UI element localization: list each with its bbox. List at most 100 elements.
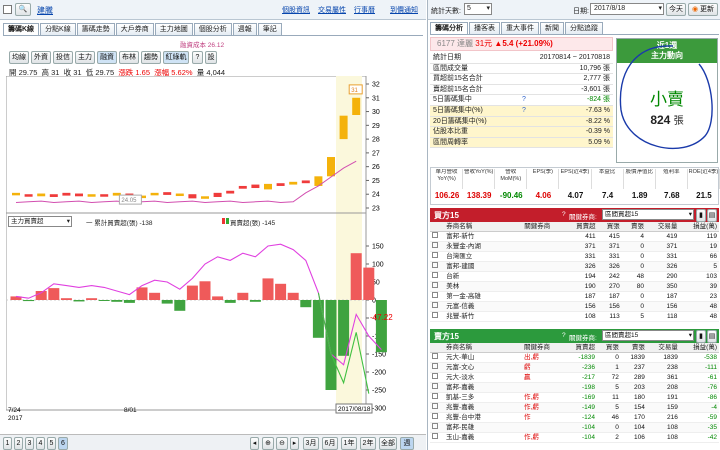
row-checkbox[interactable]: [430, 353, 444, 363]
candle[interactable]: [163, 192, 172, 195]
table-row[interactable]: 富邦-新竹 411 415 4 419 119: [430, 231, 719, 242]
table-row[interactable]: 永豐金-內湖 371 371 0 371 19: [430, 241, 719, 252]
checkbox[interactable]: [432, 353, 438, 359]
broker-name[interactable]: 富邦-新竹: [444, 232, 522, 242]
row-checkbox[interactable]: [430, 302, 444, 312]
broker-name[interactable]: 兆豐-台中港: [444, 413, 522, 423]
row-checkbox[interactable]: [430, 242, 444, 252]
flow-bar[interactable]: [98, 300, 110, 301]
broker-name[interactable]: 第一金-高雄: [444, 292, 522, 302]
link-info[interactable]: 個股資訊: [282, 5, 310, 15]
column-header[interactable]: 買張: [597, 343, 621, 353]
column-header[interactable]: [430, 222, 444, 232]
candle[interactable]: [264, 183, 272, 190]
broker-name[interactable]: 台灣匯立: [444, 252, 522, 262]
checkbox[interactable]: [432, 423, 438, 429]
candle[interactable]: [12, 192, 20, 196]
page-4[interactable]: 4: [36, 437, 45, 450]
flow-bar[interactable]: [363, 267, 375, 300]
broker-name[interactable]: 美林: [444, 282, 522, 292]
checkbox[interactable]: [432, 413, 438, 419]
scroll-left-icon[interactable]: ◂: [250, 437, 259, 450]
page-5[interactable]: 5: [47, 437, 56, 450]
buy-chart-icon[interactable]: ▮: [696, 209, 706, 222]
broker-name[interactable]: 兆豐-嘉義: [444, 403, 522, 413]
indicator-select[interactable]: 主力買賣超 ▾: [8, 216, 72, 227]
table-row[interactable]: 元富-文心虧 -236 1 237 238 -111: [430, 362, 719, 373]
trust-button[interactable]: 投信: [53, 51, 73, 64]
table-row[interactable]: 富邦-民雄 -104 0 104 108 -35: [430, 422, 719, 433]
candle[interactable]: [276, 183, 285, 186]
flow-bar[interactable]: [375, 300, 387, 353]
column-header[interactable]: 賣張: [621, 343, 647, 353]
margin-button[interactable]: 融資: [97, 51, 117, 64]
flow-bar[interactable]: [237, 292, 249, 300]
flow-bar[interactable]: [262, 278, 274, 300]
checkbox[interactable]: [432, 433, 438, 439]
broker-name[interactable]: 台新: [444, 272, 522, 282]
flow-bar[interactable]: [312, 300, 324, 338]
date-picker[interactable]: 2017/8/18 ▾: [590, 3, 664, 15]
help-icon[interactable]: ?: [522, 106, 526, 117]
buy-filter-select[interactable]: 區間買超15 ▾: [602, 209, 694, 220]
candle[interactable]: [75, 193, 83, 197]
candle[interactable]: [49, 194, 58, 197]
today-button[interactable]: 今天: [666, 3, 686, 16]
row-checkbox[interactable]: [430, 393, 444, 403]
scroll-right-icon[interactable]: ▸: [290, 437, 299, 450]
table-row[interactable]: 兆豐-台中港作 -124 46 170 216 -59: [430, 412, 719, 423]
tab-analysis[interactable]: 個股分析: [193, 23, 232, 35]
candle[interactable]: [238, 185, 247, 189]
row-checkbox[interactable]: [430, 433, 444, 443]
column-header[interactable]: 券商名稱: [444, 343, 522, 353]
table-row[interactable]: 第一金-高雄 187 187 0 187 23: [430, 291, 719, 302]
flow-bar[interactable]: [275, 283, 287, 300]
column-header[interactable]: 買張: [598, 222, 622, 232]
broker-name[interactable]: 凱基-三多: [444, 393, 522, 403]
main-button[interactable]: 主力: [75, 51, 95, 64]
checkbox[interactable]: [432, 262, 438, 268]
trend-button[interactable]: 趨勢: [141, 51, 161, 64]
table-row[interactable]: 兆豐-嘉義 作,虧 -149 5 154 159 -4: [430, 402, 719, 413]
tab-news[interactable]: 新聞: [540, 22, 564, 34]
table-row[interactable]: 台新 194 242 48 290 103: [430, 271, 719, 282]
table-row[interactable]: 美林 190 270 80 350 39: [430, 281, 719, 292]
candle[interactable]: [100, 194, 109, 197]
broker-name[interactable]: 富邦-建國: [444, 262, 522, 272]
checkbox[interactable]: [432, 292, 438, 298]
buy-export-icon[interactable]: ▤: [707, 209, 717, 222]
column-header[interactable]: 買賣超: [564, 222, 597, 232]
row-checkbox[interactable]: [430, 262, 444, 272]
page-2[interactable]: 2: [14, 437, 23, 450]
tab-podcast[interactable]: 播客表: [469, 22, 500, 34]
flow-bar[interactable]: [86, 298, 98, 300]
candle[interactable]: [87, 194, 96, 197]
sell-export-icon[interactable]: ▤: [707, 330, 717, 343]
candle[interactable]: [175, 193, 184, 197]
candle[interactable]: [150, 192, 159, 196]
flow-bar[interactable]: [174, 300, 186, 311]
checkbox[interactable]: [432, 282, 438, 288]
column-header[interactable]: 損益(萬): [680, 343, 719, 353]
flow-bar[interactable]: [224, 300, 236, 303]
help-icon[interactable]: ?: [192, 51, 203, 64]
tab-main-map[interactable]: 主力地圖: [154, 23, 193, 35]
checkbox[interactable]: [432, 403, 438, 409]
stock-name[interactable]: 建騰: [37, 5, 53, 16]
flow-bar[interactable]: [212, 296, 224, 300]
flow-bar[interactable]: [186, 285, 198, 300]
tab-branch-track[interactable]: 分點追蹤: [565, 22, 603, 34]
candle[interactable]: [24, 194, 33, 197]
range-all[interactable]: 全部: [379, 437, 397, 450]
flow-bar[interactable]: [161, 300, 173, 304]
flow-bar[interactable]: [23, 300, 35, 302]
broker-name[interactable]: 元大-淡水: [444, 373, 522, 383]
candle[interactable]: [339, 115, 348, 140]
row-checkbox[interactable]: [430, 403, 444, 413]
settings-button[interactable]: 設: [205, 51, 217, 64]
checkbox[interactable]: [432, 393, 438, 399]
candle[interactable]: [301, 180, 310, 184]
broker-name[interactable]: 玉山-嘉義: [444, 433, 522, 443]
tab-weekly[interactable]: 週報: [232, 23, 257, 35]
ma-button[interactable]: 均線: [9, 51, 29, 64]
